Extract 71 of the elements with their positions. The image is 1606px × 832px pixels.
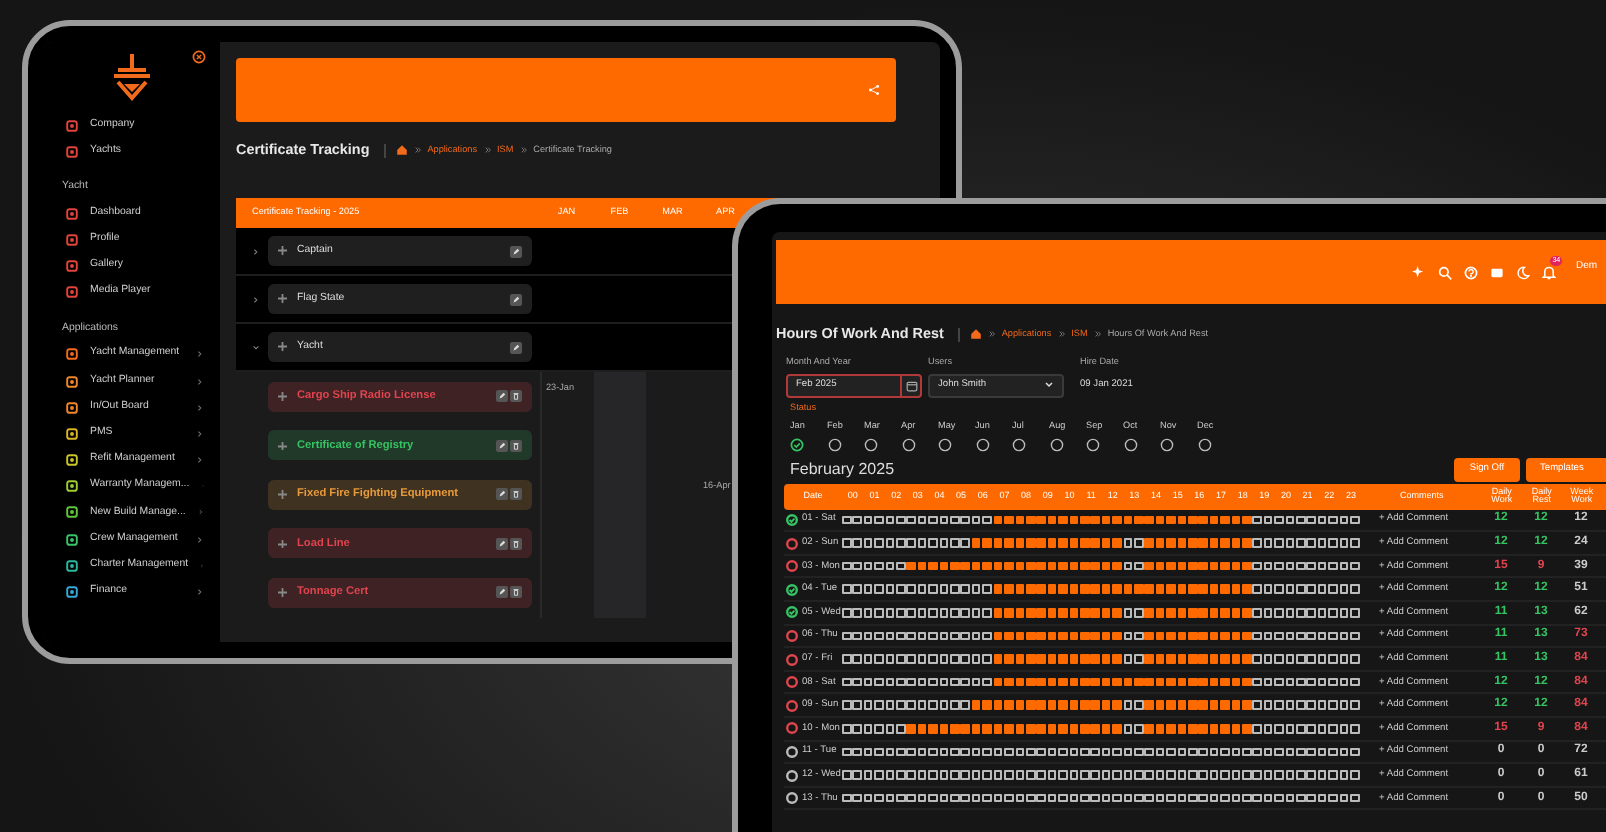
pencil-icon <box>512 295 520 303</box>
edit-button[interactable] <box>510 245 522 257</box>
edit-button[interactable] <box>495 439 507 452</box>
chevron-icon <box>196 403 204 412</box>
trash-icon <box>512 490 520 499</box>
delete-button[interactable] <box>510 390 522 403</box>
chevron-icon <box>196 350 204 359</box>
chevron-icon <box>519 146 528 154</box>
chevron-down-icon[interactable] <box>252 343 260 351</box>
pencil-icon <box>497 490 505 499</box>
close-circle-icon[interactable] <box>192 50 206 64</box>
message-icon[interactable] <box>1490 265 1504 279</box>
home-icon <box>969 328 982 340</box>
pencil-icon <box>497 588 505 597</box>
trash-icon <box>512 441 520 450</box>
search-icon[interactable] <box>1438 265 1452 279</box>
radio-button[interactable] <box>1197 437 1211 452</box>
radio-button[interactable] <box>1012 437 1026 452</box>
move-icon <box>278 441 287 450</box>
edit-button[interactable] <box>510 341 522 353</box>
chevron-icon <box>196 456 204 465</box>
delete-button[interactable] <box>510 439 522 452</box>
move-icon <box>278 294 287 304</box>
pencil-icon <box>497 539 505 548</box>
delete-button[interactable] <box>510 488 522 501</box>
radio-button[interactable] <box>1049 437 1063 452</box>
pencil-icon <box>512 343 520 351</box>
home-icon <box>395 144 408 156</box>
pencil-icon <box>497 441 505 450</box>
move-icon <box>278 490 287 499</box>
chevron-icon <box>196 535 204 544</box>
trash-icon <box>512 539 520 548</box>
delete-button[interactable] <box>510 537 522 550</box>
move-icon <box>278 588 287 597</box>
edit-button[interactable] <box>495 390 507 403</box>
trash-icon <box>512 588 520 597</box>
move-icon <box>278 246 287 256</box>
edit-button[interactable] <box>495 586 507 599</box>
edit-button[interactable] <box>510 293 522 305</box>
move-icon <box>278 342 287 352</box>
delete-button[interactable] <box>510 586 522 599</box>
chevron-icon <box>1093 330 1102 338</box>
move-icon <box>278 539 287 548</box>
bell-icon[interactable] <box>1542 266 1556 280</box>
chevron-icon <box>1057 330 1066 338</box>
radio-button[interactable] <box>864 437 878 452</box>
calendar-icon <box>905 379 917 392</box>
moon-icon[interactable] <box>1516 265 1530 279</box>
edit-button[interactable] <box>495 488 507 501</box>
radio-button[interactable] <box>1086 437 1100 452</box>
radio-button[interactable] <box>938 437 952 452</box>
radio-button[interactable] <box>1123 437 1137 452</box>
chevron-icon <box>196 429 204 438</box>
chevron-icon <box>483 146 491 154</box>
radio-button[interactable] <box>1160 437 1174 452</box>
pencil-icon <box>497 392 505 401</box>
trash-icon <box>512 392 520 401</box>
edit-button[interactable] <box>495 537 507 550</box>
caret-icon <box>1044 380 1054 391</box>
chevron-icon <box>413 146 422 154</box>
move-icon <box>278 392 287 401</box>
radio-button[interactable] <box>975 437 989 452</box>
radio-button[interactable] <box>901 437 915 452</box>
month-title: February 2025 <box>790 457 897 482</box>
sparkle-icon[interactable] <box>1412 265 1426 279</box>
help-icon[interactable] <box>1464 265 1478 279</box>
share-icon[interactable] <box>868 84 880 96</box>
radio-button[interactable] <box>827 437 841 452</box>
check-circle-icon[interactable] <box>790 437 804 452</box>
pencil-icon <box>512 247 520 255</box>
chevron-icon <box>987 330 996 338</box>
